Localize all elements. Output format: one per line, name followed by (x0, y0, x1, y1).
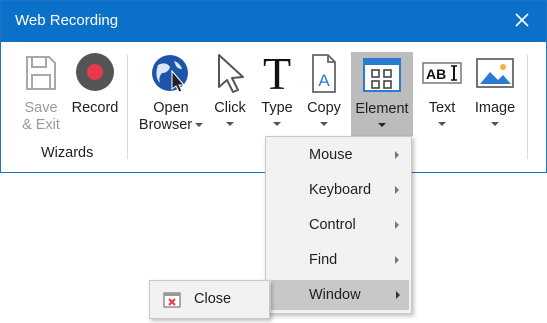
wizards-group-label: Wizards (41, 145, 94, 161)
close-icon[interactable] (512, 9, 532, 31)
dropdown-arrow-icon (491, 122, 499, 126)
record-label: Record (71, 100, 119, 116)
ribbon-end-separator (527, 55, 528, 159)
click-button[interactable]: Click (208, 51, 252, 126)
menu-item-label: Find (309, 252, 338, 268)
save-exit-label-1: Save (24, 100, 58, 116)
record-button[interactable]: Record (69, 51, 121, 117)
submenu-arrow-icon (395, 221, 399, 229)
window-close-icon (163, 292, 181, 308)
type-label: Type (261, 100, 293, 116)
open-browser-button[interactable]: Open Browser (135, 51, 207, 134)
mouse-pointer-icon (218, 54, 244, 93)
element-label: Element (355, 101, 409, 117)
svg-text:T: T (263, 51, 291, 95)
window-submenu: Close (149, 280, 270, 319)
element-button[interactable]: Element (351, 52, 413, 136)
close-menu-item[interactable]: Close (194, 291, 231, 307)
element-grid-icon (363, 58, 401, 92)
element-dropdown-menu: Mouse Keyboard Control Find Window (265, 136, 412, 314)
window-title: Web Recording (15, 12, 119, 29)
menu-item-label: Control (309, 217, 356, 233)
submenu-arrow-icon (395, 256, 399, 264)
dropdown-arrow-icon (273, 122, 281, 126)
dropdown-arrow-icon (195, 123, 204, 128)
menu-item-label: Window (309, 287, 361, 303)
svg-text:AB: AB (426, 66, 446, 82)
open-browser-label-2: Browser (135, 117, 207, 134)
menu-item-keyboard[interactable]: Keyboard (266, 175, 411, 205)
copy-button[interactable]: A Copy (302, 51, 346, 126)
open-browser-label-2-text: Browser (138, 117, 193, 133)
document-a-icon: A (312, 54, 336, 93)
picture-icon (476, 58, 514, 88)
menu-item-label: Keyboard (309, 182, 372, 198)
type-button[interactable]: T Type (255, 48, 299, 126)
menu-item-mouse[interactable]: Mouse (266, 140, 411, 170)
open-browser-label-1: Open (153, 100, 189, 116)
submenu-arrow-icon (395, 186, 399, 194)
copy-label: Copy (307, 100, 341, 116)
title-bar: Web Recording (1, 1, 546, 42)
svg-text:A: A (318, 71, 330, 90)
dropdown-arrow-icon (378, 123, 386, 127)
image-label: Image (474, 100, 516, 116)
text-button[interactable]: AB Text (419, 51, 465, 126)
globe-cursor-icon (152, 55, 188, 93)
save-exit-label-2: & Exit (22, 117, 60, 133)
dropdown-arrow-icon (320, 122, 328, 126)
menu-item-label: Mouse (309, 147, 353, 163)
text-label: Text (428, 100, 456, 116)
menu-item-window[interactable]: Window (271, 280, 409, 310)
group-separator (127, 55, 128, 159)
menu-item-control[interactable]: Control (266, 210, 411, 240)
dropdown-arrow-icon (226, 122, 234, 126)
submenu-arrow-icon (396, 291, 400, 299)
menu-item-find[interactable]: Find (266, 245, 411, 275)
letter-t-icon: T (263, 48, 291, 99)
dropdown-arrow-icon (438, 122, 446, 126)
abi-text-icon: AB (422, 62, 462, 84)
save-exit-button[interactable]: Save & Exit (15, 51, 67, 134)
submenu-arrow-icon (395, 151, 399, 159)
floppy-disk-icon (26, 56, 56, 90)
image-button[interactable]: Image (471, 51, 519, 126)
record-icon (76, 53, 114, 91)
click-label: Click (214, 100, 246, 116)
